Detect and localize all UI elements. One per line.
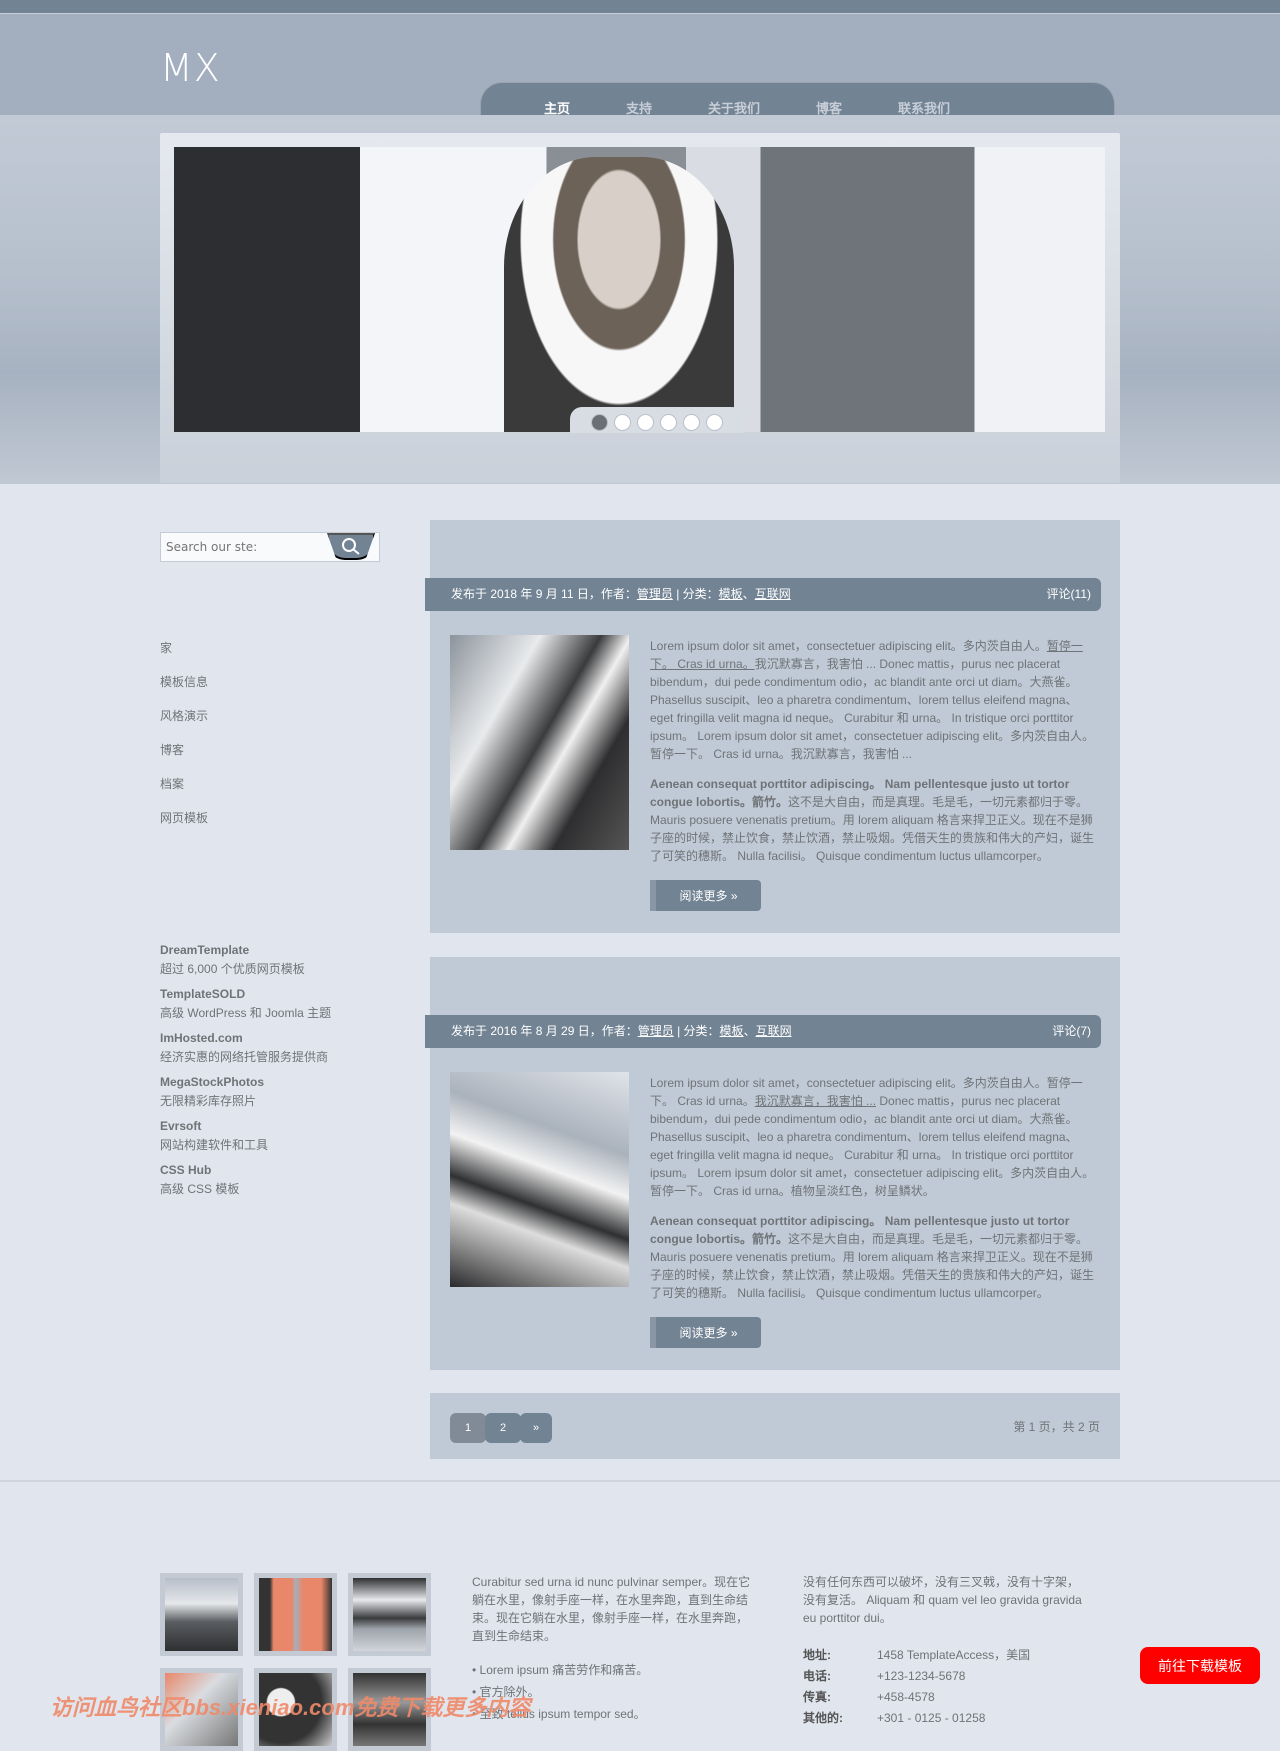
sidebar-item-web-templates[interactable]: 网页模板 — [160, 809, 208, 826]
contact-row: 其他的: +301 - 0125 - 01258 — [803, 1711, 986, 1725]
download-template-button[interactable]: 前往下载模板 — [1140, 1647, 1260, 1684]
inline-link[interactable]: 我沉默寡言，我害怕 ... — [755, 1094, 876, 1108]
contact-row: 地址: 1458 TemplateAccess，美国 — [803, 1648, 1031, 1662]
gallery-thumb[interactable] — [160, 1573, 243, 1656]
post-meta: 发布于 2018 年 9 月 11 日，作者：管理员 | 分类：模板、互联网 评… — [425, 578, 1101, 611]
contact-row: 电话: +123-1234-5678 — [803, 1669, 966, 1683]
slider-dots — [570, 407, 744, 433]
sidebar-item-template-info[interactable]: 模板信息 — [160, 673, 208, 690]
category-link[interactable]: 互联网 — [756, 1024, 792, 1038]
post-image — [450, 635, 629, 850]
sidebar-item-blog[interactable]: 博客 — [160, 741, 184, 758]
comments-link[interactable]: 评论(11) — [1047, 578, 1091, 611]
pagination: 1 2 » 第 1 页，共 2 页 — [430, 1393, 1120, 1459]
slider-dot[interactable] — [614, 413, 631, 431]
page-info: 第 1 页，共 2 页 — [1013, 1420, 1100, 1434]
category-link[interactable]: 模板 — [719, 587, 743, 601]
post-image — [450, 1072, 629, 1287]
gallery-thumb[interactable] — [348, 1573, 431, 1656]
sidebar-item-archive[interactable]: 档案 — [160, 775, 184, 792]
author-link[interactable]: 管理员 — [637, 587, 673, 601]
slide-image — [174, 147, 1105, 433]
watermark: 访问血鸟社区bbs.xieniao.com免费下载更多内容 — [50, 1695, 531, 1720]
read-more-button[interactable]: 阅读更多 » — [650, 1317, 761, 1348]
page-2-button[interactable]: 2 — [485, 1413, 521, 1443]
page-1-button[interactable]: 1 — [450, 1413, 486, 1443]
author-link[interactable]: 管理员 — [638, 1024, 674, 1038]
slider-dot[interactable] — [591, 413, 608, 431]
read-more-button[interactable]: 阅读更多 » — [650, 880, 761, 911]
post: 发布于 2016 年 8 月 29 日，作者：管理员 | 分类：模板、互联网 评… — [425, 957, 1120, 1370]
post: 发布于 2018 年 9 月 11 日，作者：管理员 | 分类：模板、互联网 评… — [425, 520, 1120, 933]
gallery-thumb[interactable] — [254, 1573, 337, 1656]
next-page-button[interactable]: » — [520, 1413, 552, 1443]
search-button[interactable] — [327, 533, 375, 560]
slide-person — [504, 157, 734, 432]
slider-dot[interactable] — [637, 413, 654, 431]
sponsor-link[interactable]: ImHosted.com 经济实惠的网络托管服务提供商 — [160, 1031, 400, 1065]
sponsor-link[interactable]: Evrsoft 网站构建软件和工具 — [160, 1119, 400, 1153]
search-icon — [342, 537, 360, 555]
header: MX 主页 支持 关于我们 博客 联系我们 — [0, 13, 1280, 129]
sponsor-link[interactable]: DreamTemplate 超过 6,000 个优质网页模板 — [160, 943, 400, 977]
category-link[interactable]: 互联网 — [755, 587, 791, 601]
top-bar — [0, 0, 1280, 13]
logo[interactable]: MX — [160, 46, 221, 90]
post-meta: 发布于 2016 年 8 月 29 日，作者：管理员 | 分类：模板、互联网 评… — [425, 1015, 1101, 1048]
contact-row: 传真: +458-4578 — [803, 1690, 935, 1704]
sponsor-link[interactable]: TemplateSOLD 高级 WordPress 和 Joomla 主题 — [160, 987, 400, 1021]
sponsor-link[interactable]: CSS Hub 高级 CSS 模板 — [160, 1163, 400, 1197]
post-excerpt: Lorem ipsum dolor sit amet，consectetuer … — [650, 639, 1095, 863]
search-input[interactable] — [161, 533, 321, 561]
category-link[interactable]: 模板 — [720, 1024, 744, 1038]
slider-dot[interactable] — [706, 413, 723, 431]
comments-link[interactable]: 评论(7) — [1052, 1015, 1091, 1048]
slider — [160, 133, 1120, 483]
slider-dot[interactable] — [683, 413, 700, 431]
search-box — [160, 532, 380, 562]
sponsor-link[interactable]: MegaStockPhotos 无限精彩库存照片 — [160, 1075, 400, 1109]
slider-dot[interactable] — [660, 413, 677, 431]
sidebar-item-style-demo[interactable]: 风格演示 — [160, 707, 208, 724]
sidebar-item-home[interactable]: 家 — [160, 639, 172, 656]
footer-divider — [0, 1480, 1280, 1482]
footer-contact: 没有任何东西可以破坏，没有三叉戟，没有十字架，没有复活。 Aliquam 和 q… — [803, 1573, 1083, 1729]
post-excerpt: Lorem ipsum dolor sit amet，consectetuer … — [650, 1076, 1095, 1300]
